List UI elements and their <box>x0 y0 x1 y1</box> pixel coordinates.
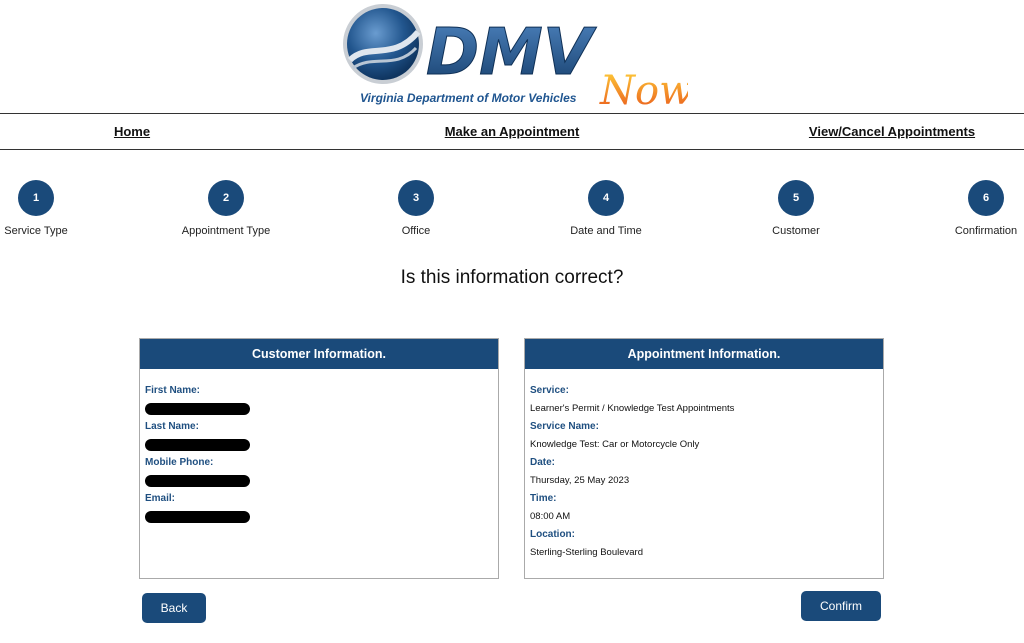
main-nav: Home Make an Appointment View/Cancel App… <box>0 113 1024 150</box>
step-confirmation: 6 Confirmation <box>926 180 1024 237</box>
step-customer: 5 Customer <box>736 180 856 237</box>
date-label: Date: <box>530 457 556 468</box>
mobile-phone-redacted-value <box>145 475 250 487</box>
location-value: Sterling-Sterling Boulevard <box>530 547 644 558</box>
step-number-badge: 5 <box>778 180 814 216</box>
step-number-badge: 1 <box>18 180 54 216</box>
service-label: Service: <box>530 385 569 396</box>
logo-accent-text: Now <box>599 68 688 112</box>
service-name-label: Service Name: <box>530 421 599 432</box>
logo-subtitle: Virginia Department of Motor Vehicles <box>360 91 577 105</box>
email-label: Email: <box>145 493 176 504</box>
step-label: Appointment Type <box>181 225 271 237</box>
appointment-panel-title: Appointment Information. <box>525 339 883 369</box>
step-service-type: 1 Service Type <box>0 180 96 237</box>
time-label: Time: <box>530 493 557 504</box>
step-label: Service Type <box>4 225 68 237</box>
location-label: Location: <box>530 529 575 540</box>
time-value: 08:00 AM <box>530 511 571 522</box>
nav-view-cancel-link[interactable]: View/Cancel Appointments <box>809 124 975 139</box>
service-name-value: Knowledge Test: Car or Motorcycle Only <box>530 439 700 450</box>
step-number-badge: 3 <box>398 180 434 216</box>
service-value: Learner's Permit / Knowledge Test Appoin… <box>530 403 735 414</box>
last-name-redacted-value <box>145 439 250 451</box>
step-label: Customer <box>772 225 820 237</box>
email-redacted-value <box>145 511 250 523</box>
confirm-button[interactable]: Confirm <box>801 591 881 621</box>
step-number-badge: 4 <box>588 180 624 216</box>
customer-info-panel: Customer Information. First Name: Last N… <box>139 338 499 579</box>
step-appointment-type: 2 Appointment Type <box>166 180 286 237</box>
back-button[interactable]: Back <box>142 593 206 623</box>
step-number-badge: 6 <box>968 180 1004 216</box>
logo-text: DMV <box>426 16 597 90</box>
nav-home-link[interactable]: Home <box>114 124 150 139</box>
last-name-label: Last Name: <box>145 421 199 432</box>
dmv-now-logo: DMV Now Virginia Department of Motor Veh… <box>338 2 693 114</box>
appointment-info-panel: Appointment Information. Service: Learne… <box>524 338 884 579</box>
step-label: Date and Time <box>570 225 642 237</box>
step-label: Office <box>401 225 431 237</box>
nav-make-appointment-link[interactable]: Make an Appointment <box>445 124 580 139</box>
mobile-phone-label: Mobile Phone: <box>145 457 214 468</box>
customer-panel-title: Customer Information. <box>140 339 498 369</box>
first-name-redacted-value <box>145 403 250 415</box>
first-name-label: First Name: <box>145 385 201 396</box>
dmv-logo-graphic: DMV Now Virginia Department of Motor Veh… <box>343 4 693 114</box>
step-number-badge: 2 <box>208 180 244 216</box>
step-date-time: 4 Date and Time <box>546 180 666 237</box>
step-office: 3 Office <box>356 180 476 237</box>
step-label: Confirmation <box>954 225 1018 237</box>
date-value: Thursday, 25 May 2023 <box>530 475 630 486</box>
confirmation-question: Is this information correct? <box>400 267 624 288</box>
